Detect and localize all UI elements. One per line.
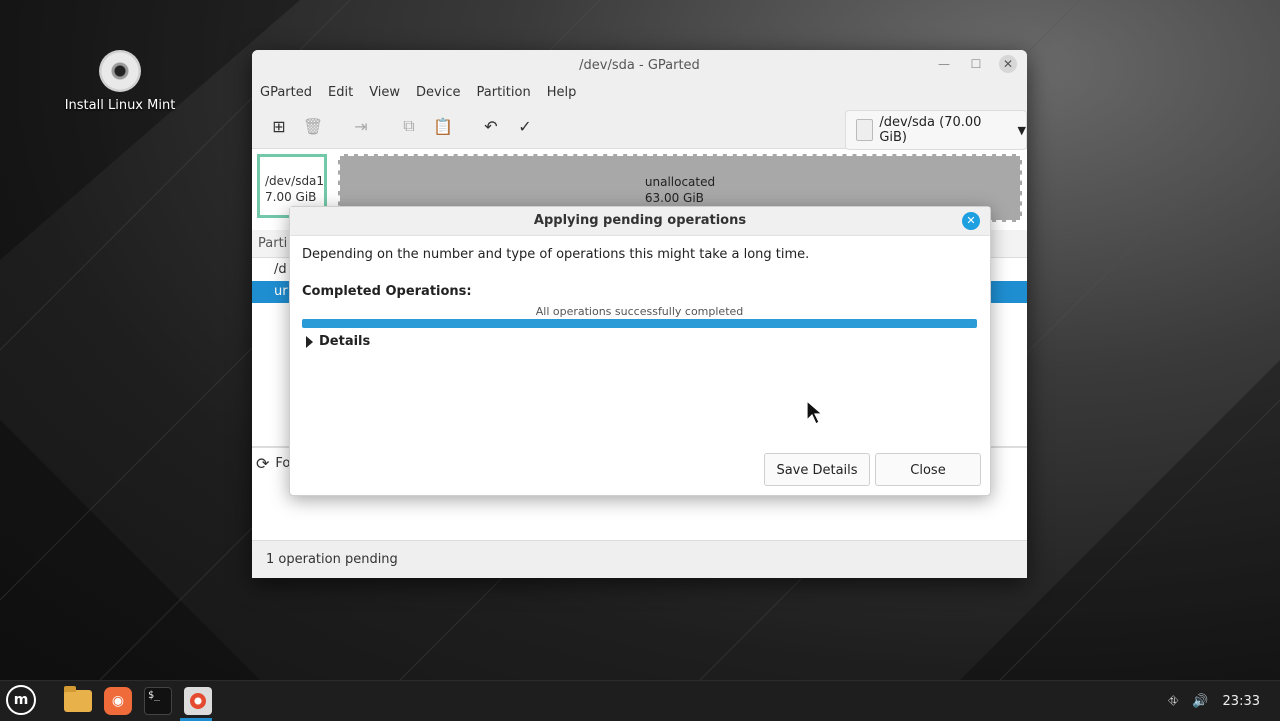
details-expander[interactable]: Details <box>306 334 370 349</box>
unallocated-size: 63.00 GiB <box>644 191 704 205</box>
format-icon: ⟳ <box>256 454 270 473</box>
dialog-titlebar[interactable]: Applying pending operations ✕ <box>290 207 990 236</box>
system-tray: ⛗ 🔊 23:33 <box>1168 681 1260 721</box>
applying-operations-dialog: Applying pending operations ✕ Depending … <box>289 206 991 496</box>
close-button[interactable]: Close <box>875 453 981 486</box>
clock[interactable]: 23:33 <box>1223 694 1260 709</box>
menu-gparted[interactable]: GParted <box>260 85 312 100</box>
menu-edit[interactable]: Edit <box>328 85 353 100</box>
menubar: GParted Edit View Device Partition Help <box>252 80 1027 104</box>
window-titlebar[interactable]: /dev/sda - GParted — ☐ ✕ <box>252 50 1027 80</box>
menu-view[interactable]: View <box>369 85 400 100</box>
sda1-name: /dev/sda1 <box>265 174 325 188</box>
terminal-glyph: $_ <box>144 687 172 715</box>
chevron-down-icon: ▼ <box>1017 123 1026 137</box>
files-icon[interactable] <box>62 685 94 717</box>
volume-icon[interactable]: 🔊 <box>1192 694 1208 709</box>
resize-move-icon[interactable]: ⇥ <box>344 111 378 141</box>
paste-icon[interactable]: 📋 <box>426 111 460 141</box>
menu-partition[interactable]: Partition <box>477 85 531 100</box>
copy-icon[interactable]: ⧉ <box>392 111 426 141</box>
undo-icon[interactable]: ↶ <box>474 111 508 141</box>
status-bar: 1 operation pending <box>252 540 1027 578</box>
apply-icon[interactable]: ✓ <box>508 111 542 141</box>
progress-status-text: All operations successfully completed <box>535 305 744 318</box>
menu-help[interactable]: Help <box>547 85 577 100</box>
mouse-pointer-icon <box>806 400 824 425</box>
unallocated-name: unallocated <box>644 175 716 189</box>
drive-icon <box>856 119 874 141</box>
close-window-button[interactable]: ✕ <box>999 55 1017 73</box>
disc-icon <box>99 50 141 92</box>
save-details-button[interactable]: Save Details <box>764 453 870 486</box>
dialog-description: Depending on the number and type of oper… <box>302 247 810 262</box>
details-label: Details <box>319 334 371 349</box>
new-partition-icon[interactable]: ⊞ <box>262 111 296 141</box>
completed-operations-label: Completed Operations: <box>302 284 472 299</box>
sda1-size: 7.00 GiB <box>265 190 317 204</box>
maximize-button[interactable]: ☐ <box>967 55 985 73</box>
minimize-button[interactable]: — <box>935 55 953 73</box>
window-title: /dev/sda - GParted <box>579 57 700 73</box>
dialog-title: Applying pending operations <box>533 213 747 228</box>
delete-icon[interactable]: 🗑 <box>296 111 330 141</box>
device-selector[interactable]: /dev/sda (70.00 GiB) ▼ <box>845 110 1027 150</box>
desktop-icon-label: Install Linux Mint <box>64 98 176 113</box>
menu-device[interactable]: Device <box>416 85 460 100</box>
device-selector-label: /dev/sda (70.00 GiB) <box>879 115 982 145</box>
firefox-icon[interactable]: ◉ <box>102 685 134 717</box>
expander-arrow-icon <box>306 335 313 348</box>
gparted-taskbar-icon[interactable] <box>182 685 214 717</box>
install-linux-mint-desktop-icon[interactable]: Install Linux Mint <box>60 50 180 113</box>
mint-menu-icon[interactable]: m <box>6 685 36 715</box>
terminal-icon[interactable]: $_ <box>142 685 174 717</box>
dialog-close-icon[interactable]: ✕ <box>962 212 980 230</box>
taskbar: m ◉ $_ ⛗ 🔊 23:33 <box>0 680 1280 721</box>
progress-bar-fill <box>302 319 977 328</box>
progress-bar <box>302 319 977 328</box>
network-icon[interactable]: ⛗ <box>1168 694 1178 709</box>
toolbar: ⊞ 🗑 ⇥ ⧉ 📋 ↶ ✓ /dev/sda (70.00 GiB) ▼ <box>252 104 1027 150</box>
operation-item[interactable]: ⟳ Fo <box>256 454 290 473</box>
